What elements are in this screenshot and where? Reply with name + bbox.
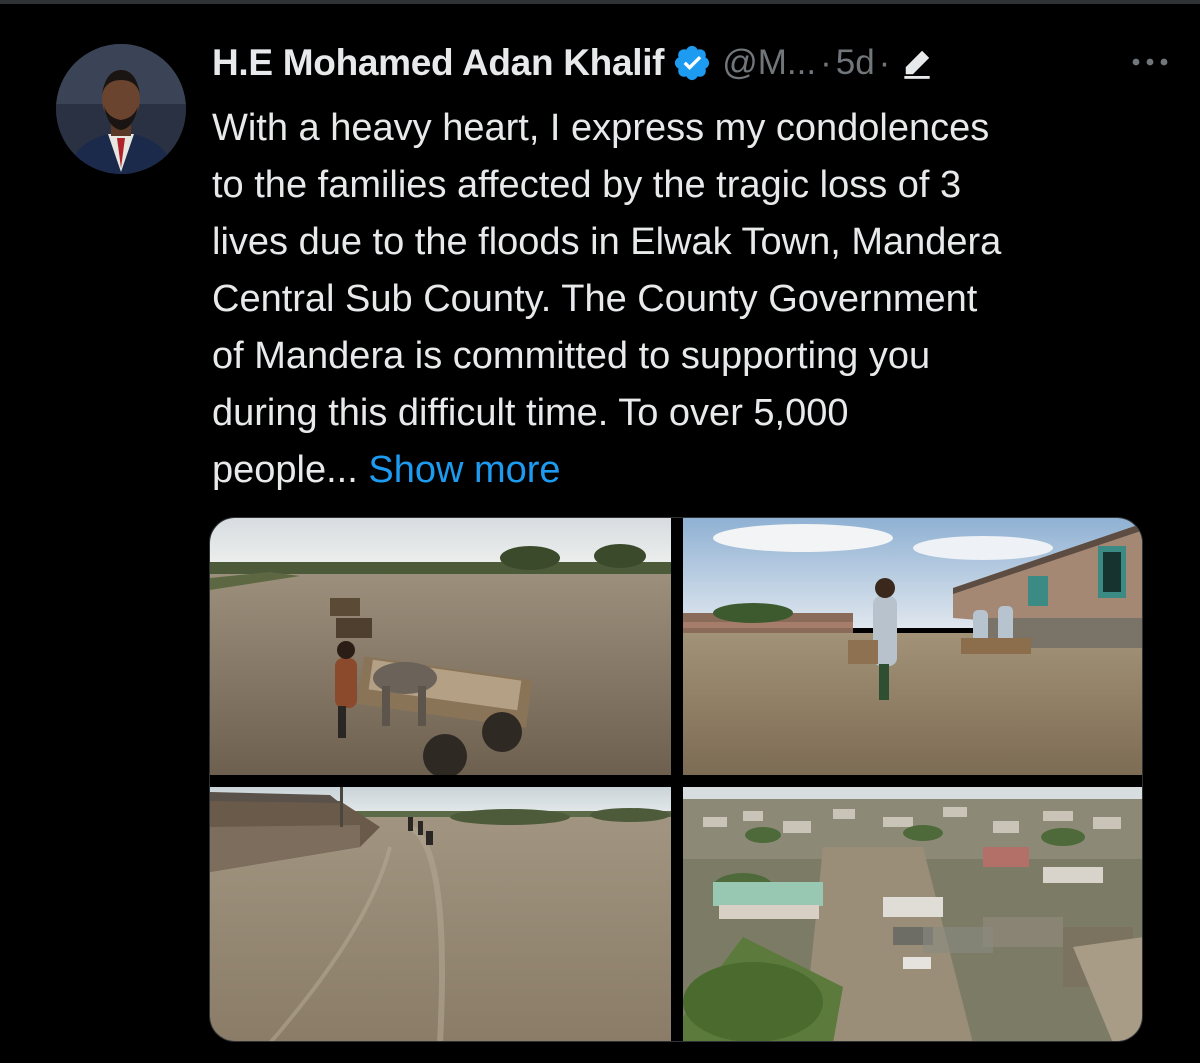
flood-donkey-cart-photo [210,518,671,775]
tweet-body: With a heavy heart, I express my condole… [212,107,1002,491]
media-grid [209,517,1143,1042]
verified-badge-icon[interactable] [672,43,712,83]
display-name[interactable]: H.E Mohamed Adan Khalif [212,42,665,84]
flooded-town-aerial-photo [683,787,1142,1041]
avatar-image [56,44,186,174]
media-photo-1[interactable] [210,518,671,775]
edited-icon[interactable] [898,44,936,82]
tweet-header: H.E Mohamed Adan Khalif @M... · 5d · [212,38,1172,88]
show-more-link[interactable]: Show more [368,449,560,491]
media-photo-3[interactable] [210,787,671,1041]
more-options-icon[interactable] [1128,44,1172,80]
timestamp[interactable]: 5d [836,43,875,83]
flood-children-carrying-desks-photo [683,518,1142,775]
top-divider [0,0,1200,4]
media-photo-4[interactable] [683,787,1142,1041]
handle[interactable]: @M... [722,43,816,83]
avatar[interactable] [56,44,186,174]
flooded-road-people-wading-photo [210,787,671,1041]
media-photo-2[interactable] [683,518,1142,775]
tweet-text: With a heavy heart, I express my condole… [212,100,1172,499]
separator: · [820,43,832,82]
separator: · [878,43,891,82]
